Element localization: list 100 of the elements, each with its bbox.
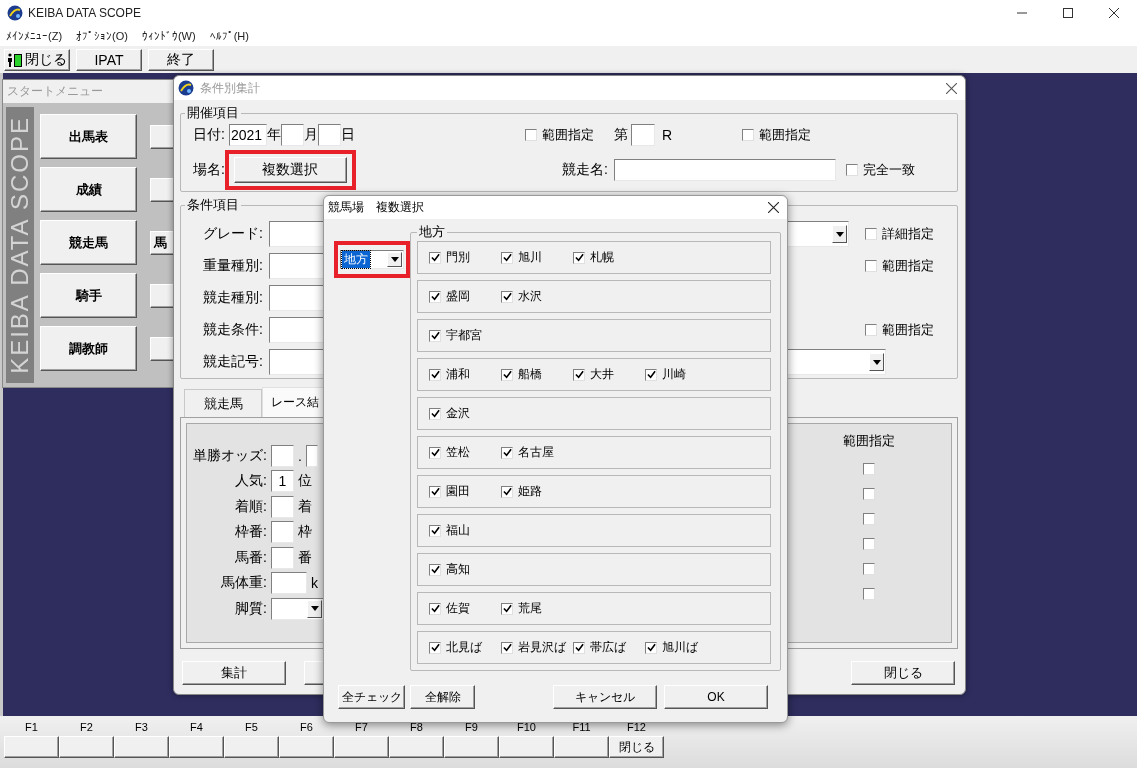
unit-label: R <box>661 127 672 143</box>
region-dropdown[interactable]: 地方 <box>340 250 404 269</box>
menu-item[interactable]: ｳｨﾝﾄﾞｳ(W) <box>141 29 196 42</box>
checkbox[interactable] <box>429 368 441 381</box>
maximize-icon[interactable] <box>1063 7 1073 18</box>
multi-select-button[interactable]: 複数選択 <box>233 157 347 183</box>
menu-button[interactable]: 騎手 <box>40 273 137 318</box>
checkbox[interactable] <box>501 290 513 303</box>
function-key-label: F4 <box>189 720 204 735</box>
menu-item[interactable]: ﾒｲﾝﾒﾆｭｰ(Z) <box>6 29 63 42</box>
checkbox[interactable] <box>524 129 537 141</box>
text-field[interactable] <box>271 572 307 595</box>
cancel-button[interactable]: キャンセル <box>553 685 657 709</box>
function-key-button[interactable] <box>389 736 444 758</box>
tab[interactable]: レース結 <box>262 387 324 417</box>
checkbox[interactable] <box>429 407 441 420</box>
checkbox[interactable] <box>863 538 875 550</box>
function-key-button[interactable] <box>444 736 499 758</box>
dropdown-button[interactable] <box>387 252 402 267</box>
checkbox[interactable] <box>429 251 441 264</box>
field-label: 馬体重: <box>220 574 267 593</box>
odds-field[interactable] <box>271 445 294 467</box>
checkbox[interactable] <box>501 368 513 381</box>
checkbox[interactable] <box>865 324 877 336</box>
function-key-button[interactable] <box>4 736 59 758</box>
function-key-button[interactable] <box>59 736 114 758</box>
clear-all-button[interactable]: 全解除 <box>410 685 475 709</box>
toolbar-button[interactable]: 終了 <box>148 48 214 71</box>
close-icon[interactable] <box>768 202 779 213</box>
text-field[interactable] <box>271 521 294 544</box>
checkbox[interactable] <box>742 129 754 141</box>
month-field[interactable] <box>280 124 304 146</box>
menu-item[interactable]: ｵﾌﾟｼｮﾝ(O) <box>76 29 128 42</box>
day-field[interactable] <box>317 124 341 146</box>
checkbox[interactable] <box>429 329 441 342</box>
race-number-field[interactable] <box>630 124 655 146</box>
checkbox[interactable] <box>573 641 585 654</box>
dropdown-field[interactable] <box>271 597 324 620</box>
toolbar-button[interactable]: IPAT <box>76 48 142 71</box>
checkbox[interactable] <box>429 485 441 498</box>
menu-button[interactable]: 競走馬 <box>40 220 137 265</box>
checkbox[interactable] <box>573 368 585 381</box>
ok-button[interactable]: OK <box>664 685 768 709</box>
odds-field[interactable] <box>305 445 318 467</box>
function-key-button[interactable] <box>499 736 554 758</box>
year-field[interactable]: 2021 <box>228 124 267 146</box>
function-key-button[interactable] <box>224 736 279 758</box>
function-key-label: F1 <box>24 720 39 735</box>
menu-item[interactable]: ﾍﾙﾌﾟ(H) <box>209 29 249 42</box>
checkbox[interactable] <box>429 446 441 459</box>
checkbox-label: 園田 <box>446 483 470 500</box>
text-field[interactable] <box>271 546 294 569</box>
checkbox[interactable] <box>501 446 513 459</box>
summary-button[interactable]: 集計 <box>182 661 286 685</box>
menu-button[interactable]: 成績 <box>40 167 137 212</box>
tab[interactable]: 競走馬 <box>184 389 262 417</box>
checkbox[interactable] <box>645 368 657 381</box>
text-field[interactable]: 1 <box>271 470 294 493</box>
caret-icon <box>310 606 319 612</box>
checkbox[interactable] <box>501 641 513 654</box>
checkbox[interactable] <box>863 463 875 475</box>
menu-button[interactable]: 調教師 <box>40 326 137 371</box>
checkbox[interactable] <box>429 641 441 654</box>
function-key-button[interactable] <box>334 736 389 758</box>
checkbox[interactable] <box>429 290 441 303</box>
checkbox[interactable] <box>501 602 513 615</box>
checkbox[interactable] <box>429 524 441 537</box>
function-key-button[interactable] <box>169 736 224 758</box>
checkbox[interactable] <box>863 588 875 600</box>
checkbox[interactable] <box>501 485 513 498</box>
menu-button[interactable]: 出馬表 <box>40 114 137 159</box>
close-icon[interactable] <box>946 82 957 94</box>
checkbox[interactable] <box>863 488 875 500</box>
checkbox[interactable] <box>501 251 513 264</box>
close-button[interactable]: 閉じる <box>851 661 955 685</box>
checkbox[interactable] <box>845 164 858 176</box>
close-icon[interactable] <box>1109 7 1119 18</box>
function-key-button[interactable]: 閉じる <box>609 736 664 758</box>
toolbar-button[interactable]: 閉じる <box>4 48 70 71</box>
checkbox-label: 詳細指定 <box>882 225 934 243</box>
race-name-field[interactable] <box>613 159 836 181</box>
function-key-label: F3 <box>134 720 149 735</box>
check-all-button[interactable]: 全チェック <box>338 685 405 709</box>
checkbox[interactable] <box>573 251 585 264</box>
checkbox[interactable] <box>429 602 441 615</box>
checkbox[interactable] <box>863 563 875 575</box>
function-key-button[interactable] <box>279 736 334 758</box>
dropdown-button[interactable] <box>869 353 884 371</box>
function-key-button[interactable] <box>114 736 169 758</box>
dropdown-button[interactable] <box>307 599 322 618</box>
checkbox[interactable] <box>865 260 877 272</box>
dropdown-button[interactable] <box>832 225 847 243</box>
text-field[interactable] <box>271 495 294 518</box>
checkbox-label: 金沢 <box>446 405 470 422</box>
checkbox[interactable] <box>863 513 875 525</box>
checkbox[interactable] <box>865 228 877 240</box>
function-key-button[interactable] <box>554 736 609 758</box>
app-logo-icon <box>7 4 23 21</box>
checkbox[interactable] <box>429 563 441 576</box>
checkbox[interactable] <box>645 641 657 654</box>
